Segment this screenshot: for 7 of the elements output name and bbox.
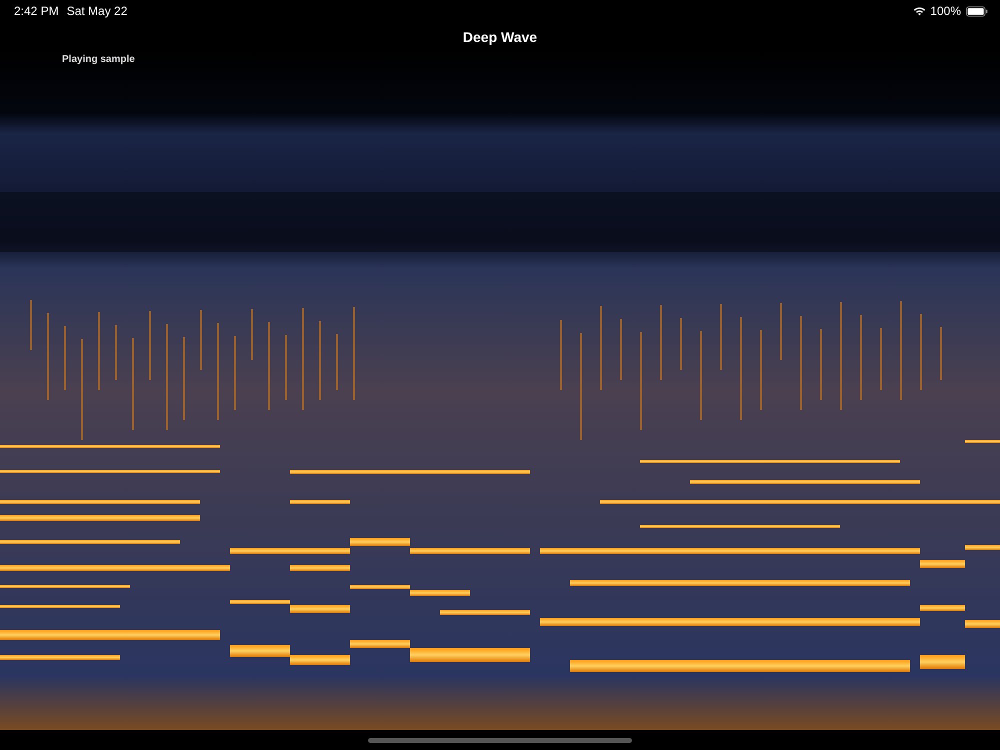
playback-status-label: Playing sample — [62, 54, 135, 65]
status-date: Sat May 22 — [66, 4, 128, 18]
battery-percent: 100% — [930, 4, 961, 18]
status-time: 2:42 PM — [14, 4, 59, 18]
navigation-title: Deep Wave — [462, 29, 538, 45]
battery-icon — [966, 6, 988, 16]
wifi-icon — [913, 6, 926, 16]
